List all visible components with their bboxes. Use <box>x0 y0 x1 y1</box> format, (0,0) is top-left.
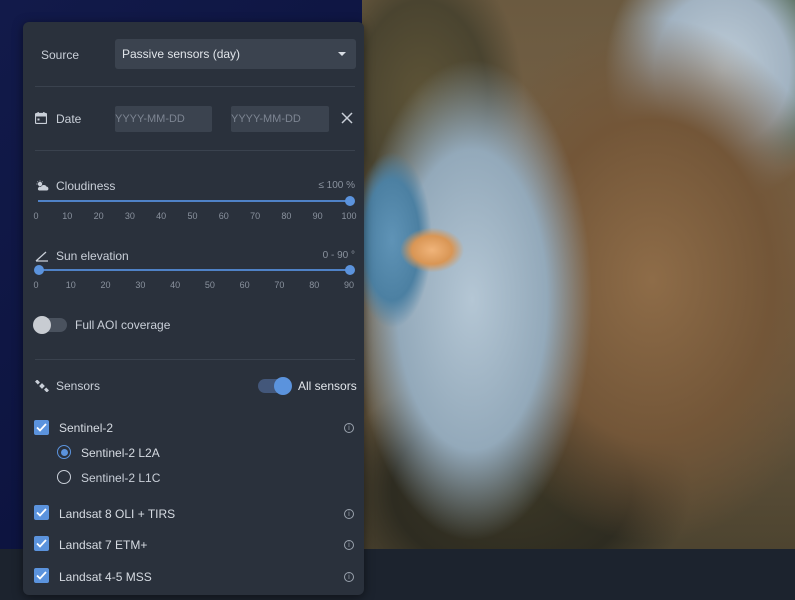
calendar-icon <box>35 112 47 124</box>
angle-icon <box>35 251 48 262</box>
date-from-input[interactable] <box>115 106 212 132</box>
source-label: Source <box>41 48 80 62</box>
cloudiness-tick: 60 <box>218 211 229 221</box>
date-to-input[interactable] <box>231 106 329 132</box>
satellite-icon <box>35 380 49 392</box>
sun-elevation-tick: 40 <box>170 280 181 290</box>
sun-elevation-tick: 70 <box>274 280 285 290</box>
close-icon[interactable] <box>341 112 353 124</box>
sentinel-2-l1c-radio[interactable] <box>57 470 71 484</box>
info-icon[interactable]: i <box>344 509 354 519</box>
sun-elevation-tick: 0 <box>33 280 39 290</box>
search-filter-panel: Source Passive sensors (day) Date Cloudi… <box>23 22 364 595</box>
sensor-label-landsat-4-5: Landsat 4-5 MSS <box>59 570 152 584</box>
sun-elevation-slider-track[interactable] <box>38 269 351 271</box>
sun-elevation-tick: 10 <box>65 280 76 290</box>
cloudiness-tick: 80 <box>281 211 292 221</box>
cloudiness-slider-thumb[interactable] <box>345 196 355 206</box>
cloudiness-ticks: 0 10 20 30 40 50 60 70 80 90 100 <box>31 211 359 223</box>
sun-elevation-value: 0 - 90 ° <box>322 250 355 261</box>
check-icon <box>36 571 47 580</box>
all-sensors-toggle[interactable] <box>258 377 292 395</box>
sun-elevation-tick: 80 <box>309 280 320 290</box>
toggle-knob <box>274 377 292 395</box>
sun-elevation-tick: 30 <box>135 280 146 290</box>
cloudiness-tick: 100 <box>341 211 357 221</box>
source-selected-value: Passive sensors (day) <box>122 47 241 61</box>
divider <box>35 150 355 151</box>
sensor-label-sentinel-2: Sentinel-2 <box>59 421 114 435</box>
cloudiness-tick: 30 <box>124 211 135 221</box>
radio-dot <box>60 448 68 456</box>
satellite-map-imagery[interactable] <box>362 0 795 549</box>
source-select[interactable]: Passive sensors (day) <box>115 39 356 69</box>
sun-elevation-tick: 50 <box>204 280 215 290</box>
sentinel-2-checkbox[interactable] <box>34 420 49 435</box>
sun-elevation-label: Sun elevation <box>56 249 129 263</box>
cloudiness-tick: 20 <box>93 211 104 221</box>
full-aoi-label: Full AOI coverage <box>75 318 171 332</box>
chevron-down-icon <box>338 52 346 56</box>
check-icon <box>36 539 47 548</box>
cloudiness-label: Cloudiness <box>56 179 116 193</box>
divider <box>35 359 355 360</box>
divider <box>35 86 355 87</box>
sentinel-2-l2a-radio[interactable] <box>57 445 71 459</box>
sensors-label: Sensors <box>56 379 101 393</box>
cloudiness-tick: 40 <box>156 211 167 221</box>
info-icon[interactable]: i <box>344 423 354 433</box>
cloud-sun-icon <box>36 180 49 191</box>
sun-elevation-min-thumb[interactable] <box>34 265 44 275</box>
cloudiness-tick: 0 <box>33 211 39 221</box>
full-aoi-toggle[interactable] <box>33 316 67 334</box>
sun-elevation-tick: 90 <box>343 280 355 290</box>
radio-label-l1c: Sentinel-2 L1C <box>81 471 161 485</box>
cloudiness-slider-track[interactable] <box>38 200 351 202</box>
sensor-label-landsat-8: Landsat 8 OLI + TIRS <box>59 507 176 521</box>
sun-elevation-tick: 60 <box>239 280 250 290</box>
cloudiness-tick: 10 <box>62 211 73 221</box>
radio-label-l2a: Sentinel-2 L2A <box>81 446 160 460</box>
info-icon[interactable]: i <box>344 540 354 550</box>
sun-elevation-ticks: 0 10 20 30 40 50 60 70 80 90 <box>31 280 359 292</box>
toggle-knob <box>33 316 51 334</box>
date-label: Date <box>56 112 82 126</box>
landsat-4-5-checkbox[interactable] <box>34 568 49 583</box>
landsat-7-checkbox[interactable] <box>34 536 49 551</box>
cloudiness-tick: 70 <box>250 211 261 221</box>
check-icon <box>36 423 47 432</box>
all-sensors-label: All sensors <box>298 379 357 393</box>
info-icon[interactable]: i <box>344 572 354 582</box>
sun-elevation-tick: 20 <box>100 280 111 290</box>
sun-elevation-max-thumb[interactable] <box>345 265 355 275</box>
cloudiness-tick: 90 <box>312 211 323 221</box>
sensor-label-landsat-7: Landsat 7 ETM+ <box>59 538 148 552</box>
cloudiness-tick: 50 <box>187 211 198 221</box>
cloudiness-value: ≤ 100 % <box>318 180 355 191</box>
landsat-8-checkbox[interactable] <box>34 505 49 520</box>
check-icon <box>36 508 47 517</box>
